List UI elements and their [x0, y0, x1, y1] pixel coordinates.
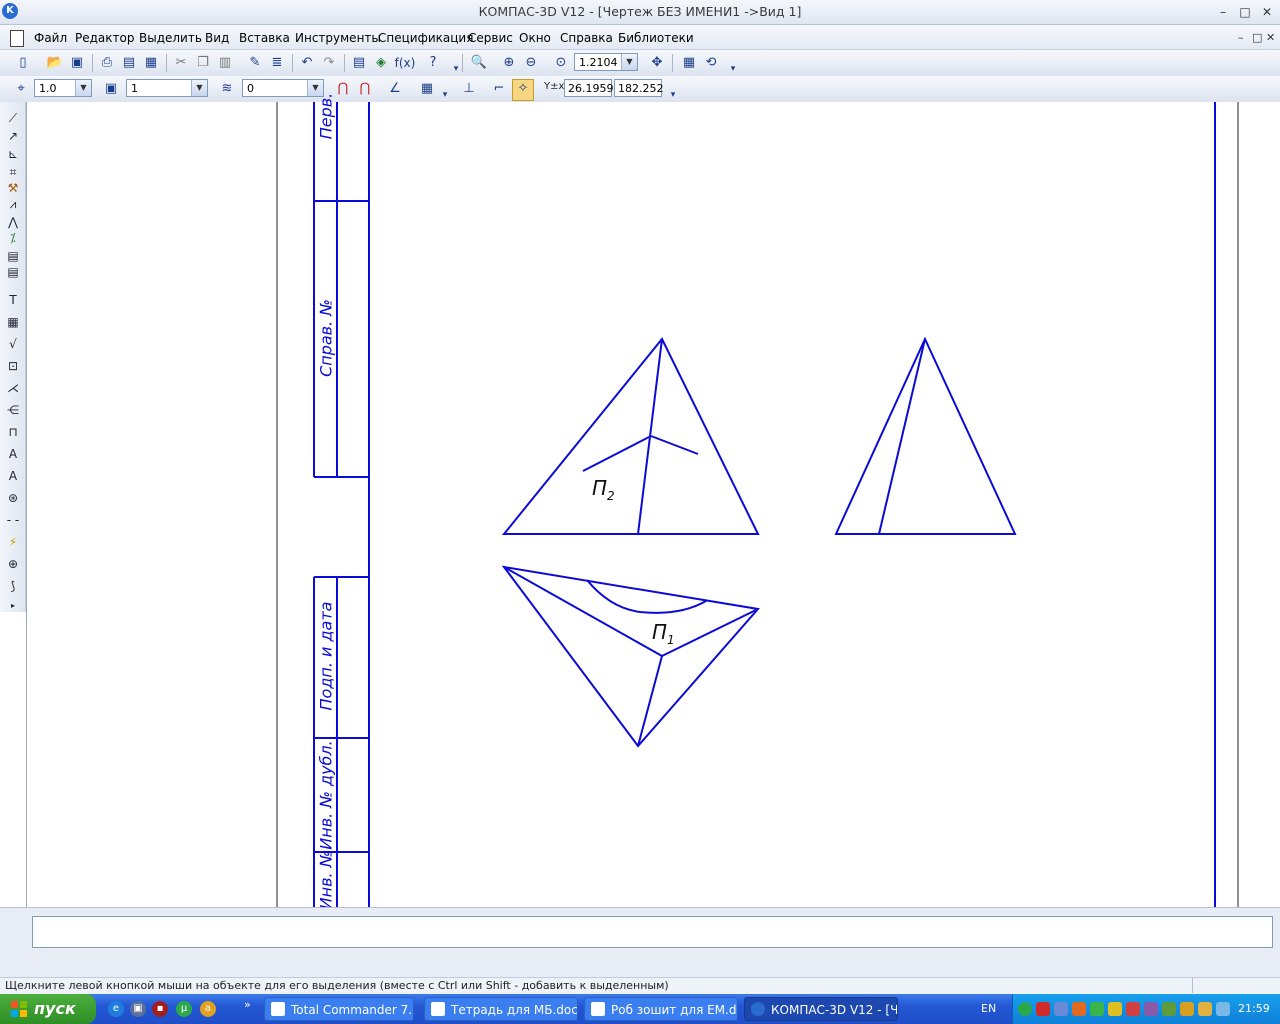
- plane-label-p1-sub: 1: [667, 633, 675, 647]
- task-label: Total Commander 7.5....: [291, 1003, 413, 1017]
- property-field[interactable]: [32, 916, 1273, 948]
- app-tray-icon[interactable]: [1072, 1002, 1086, 1016]
- stamp-upper: [313, 102, 369, 478]
- media-tray-icon[interactable]: [1126, 1002, 1140, 1016]
- quicklaunch-more[interactable]: »: [244, 998, 251, 1011]
- word-icon: [591, 1002, 605, 1016]
- security-tray-icon[interactable]: [1090, 1002, 1104, 1016]
- status-message: Щелкните левой кнопкой мыши на объекте д…: [5, 979, 669, 992]
- antivirus-tray-icon[interactable]: [1036, 1002, 1050, 1016]
- clock: 21:59: [1238, 1002, 1270, 1015]
- desktop-icon[interactable]: ▣: [130, 1001, 146, 1017]
- task-word-doc-1[interactable]: Тетрадь для МБ.doc....: [424, 997, 578, 1021]
- internet-explorer-icon[interactable]: e: [108, 1001, 124, 1017]
- windows-flag-icon: [11, 1001, 27, 1017]
- front-view-pyramid[interactable]: [501, 337, 760, 535]
- drawing-svg: [276, 102, 1239, 907]
- plane-label-p2-sub: 2: [607, 489, 615, 503]
- app-quicklaunch-icon[interactable]: ▪: [152, 1001, 168, 1017]
- connection-tray-icon[interactable]: [1162, 1002, 1176, 1016]
- avast-icon[interactable]: a: [200, 1001, 216, 1017]
- plane-label-p1-text: П: [652, 620, 668, 644]
- status-divider: [1192, 978, 1193, 993]
- task-total-commander[interactable]: Total Commander 7.5....: [264, 997, 414, 1021]
- update-tray-icon[interactable]: [1108, 1002, 1122, 1016]
- start-label: пуск: [34, 999, 76, 1018]
- task-label: Тетрадь для МБ.doc....: [451, 1003, 578, 1017]
- kompas-icon: [751, 1002, 765, 1016]
- language-indicator[interactable]: EN: [981, 1002, 996, 1015]
- task-kompas[interactable]: КОМПАС-3D V12 - [Ч...: [744, 997, 898, 1021]
- plane-label-p1: П1: [652, 620, 675, 647]
- camera-tray-icon[interactable]: [1216, 1002, 1230, 1016]
- folder-tray-icon[interactable]: [1180, 1002, 1194, 1016]
- audio-tray-icon[interactable]: [1144, 1002, 1158, 1016]
- total-commander-icon: [271, 1002, 285, 1016]
- utorrent-tray-icon[interactable]: [1018, 1002, 1032, 1016]
- stamp-sprav-label: Справ. №: [316, 299, 336, 377]
- stamp-podp-label: Подп. и дата: [316, 601, 336, 711]
- word-icon: [431, 1002, 445, 1016]
- task-label: КОМПАС-3D V12 - [Ч...: [771, 1003, 898, 1017]
- utorrent-icon[interactable]: µ: [176, 1001, 192, 1017]
- task-word-doc-2[interactable]: Роб зошит для ЕМ.d...: [584, 997, 738, 1021]
- stamp-inv-label: Инв. №: [316, 850, 336, 910]
- network-tray-icon[interactable]: [1054, 1002, 1068, 1016]
- stamp-perv-label: Перв.: [316, 92, 336, 140]
- plane-label-p2: П2: [592, 476, 615, 503]
- side-view-pyramid[interactable]: [834, 336, 1017, 535]
- stamp-inv-dubl-label: Инв. № дубл.: [316, 740, 336, 850]
- plane-label-p2-text: П: [592, 476, 608, 500]
- task-label: Роб зошит для ЕМ.d...: [611, 1003, 738, 1017]
- top-view-pyramid[interactable]: [501, 565, 760, 748]
- tool-tray-icon[interactable]: [1198, 1002, 1212, 1016]
